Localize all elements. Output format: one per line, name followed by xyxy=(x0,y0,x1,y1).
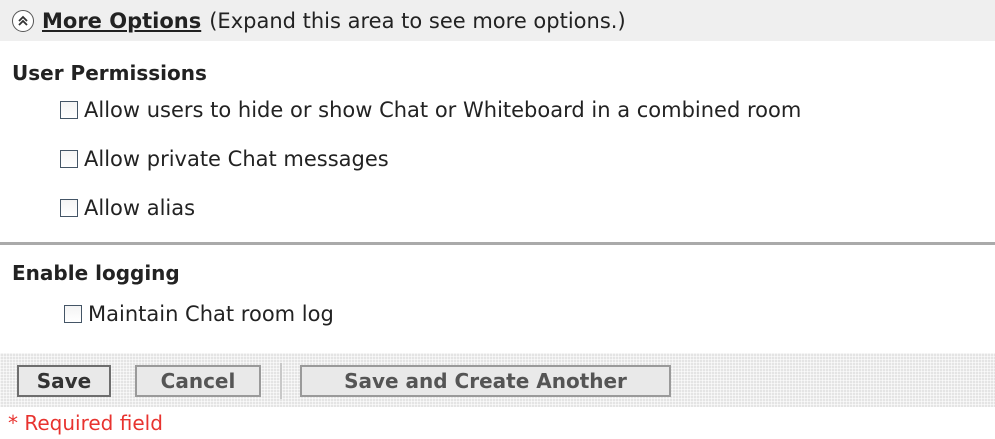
private-chat-label: Allow private Chat messages xyxy=(84,147,389,171)
user-permissions-heading: User Permissions xyxy=(12,61,207,85)
more-options-link[interactable]: More Options xyxy=(42,9,201,33)
hide-show-checkbox[interactable] xyxy=(60,101,78,119)
private-chat-checkbox[interactable] xyxy=(60,150,78,168)
enable-logging-heading: Enable logging xyxy=(12,261,180,285)
save-button[interactable]: Save xyxy=(17,365,111,397)
logging-option-maintain-log[interactable]: Maintain Chat room log xyxy=(64,302,334,326)
permission-option-alias[interactable]: Allow alias xyxy=(60,196,195,220)
permission-option-hide-show[interactable]: Allow users to hide or show Chat or Whit… xyxy=(60,98,801,122)
more-options-hint: (Expand this area to see more options.) xyxy=(209,8,626,33)
maintain-log-label: Maintain Chat room log xyxy=(88,302,334,326)
permission-option-private-chat[interactable]: Allow private Chat messages xyxy=(60,147,389,171)
cancel-button[interactable]: Cancel xyxy=(135,365,261,397)
save-and-create-another-button[interactable]: Save and Create Another xyxy=(300,365,671,397)
section-divider xyxy=(0,242,995,245)
alias-label: Allow alias xyxy=(84,196,196,220)
button-bar: Save Cancel Save and Create Another xyxy=(0,353,995,407)
maintain-log-checkbox[interactable] xyxy=(64,305,82,323)
double-chevron-up-icon[interactable] xyxy=(12,9,34,32)
button-separator xyxy=(280,363,282,399)
alias-checkbox[interactable] xyxy=(60,199,78,217)
more-options-bar: More Options (Expand this area to see mo… xyxy=(0,0,995,41)
required-field-note: * Required field xyxy=(8,411,163,435)
hide-show-label: Allow users to hide or show Chat or Whit… xyxy=(84,98,802,122)
